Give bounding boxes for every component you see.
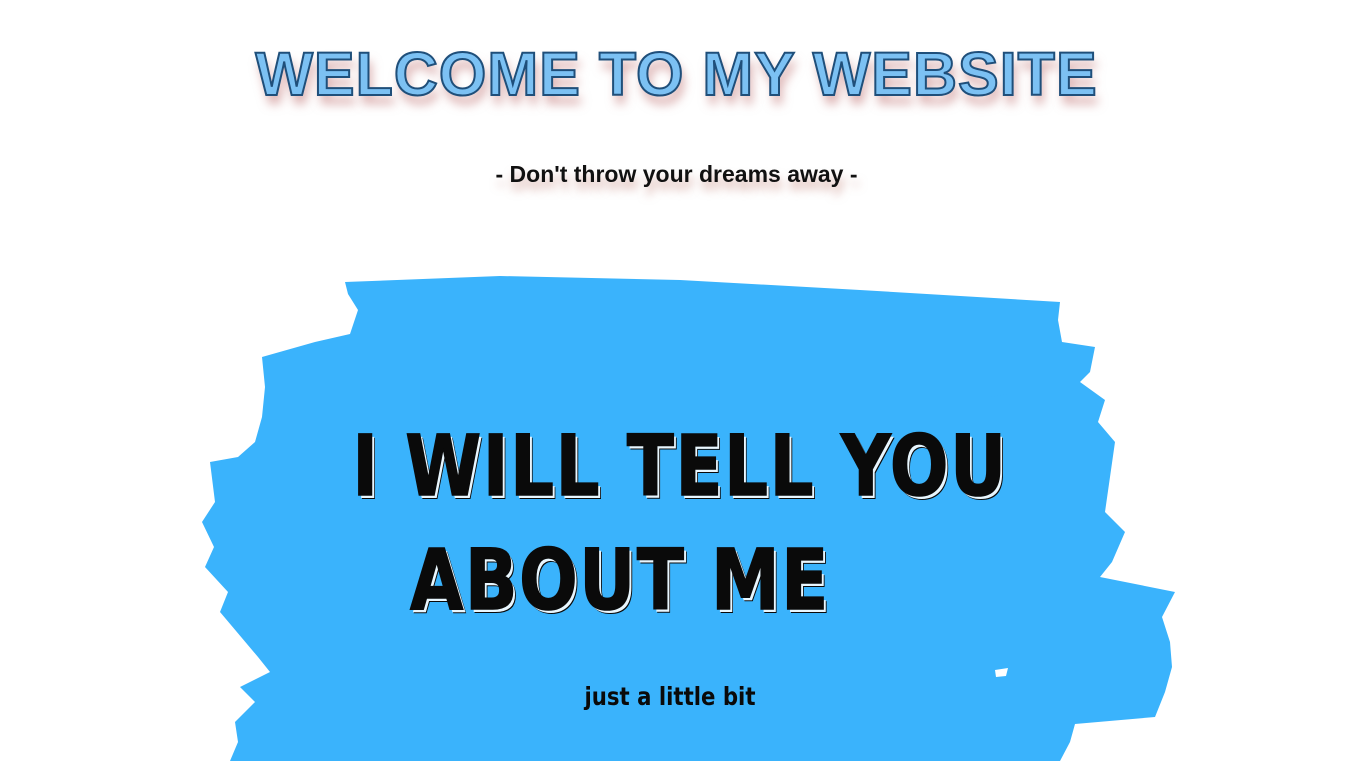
site-title: WELCOME TO MY WEBSITE <box>254 39 1098 109</box>
hero-subtext: just a little bit <box>584 682 756 711</box>
tagline: - Don't throw your dreams away - <box>495 161 858 187</box>
page: WELCOME TO MY WEBSITE - Don't throw your… <box>0 0 1353 761</box>
hero-heading-line-1: I WILL TELL YOU <box>352 416 1008 516</box>
hero-banner-image: I WILL TELL YOU ABOUT ME just a little b… <box>200 272 1180 761</box>
hero-heading: I WILL TELL YOU ABOUT ME <box>250 412 1110 640</box>
hero-heading-line-2: ABOUT ME <box>409 530 830 630</box>
